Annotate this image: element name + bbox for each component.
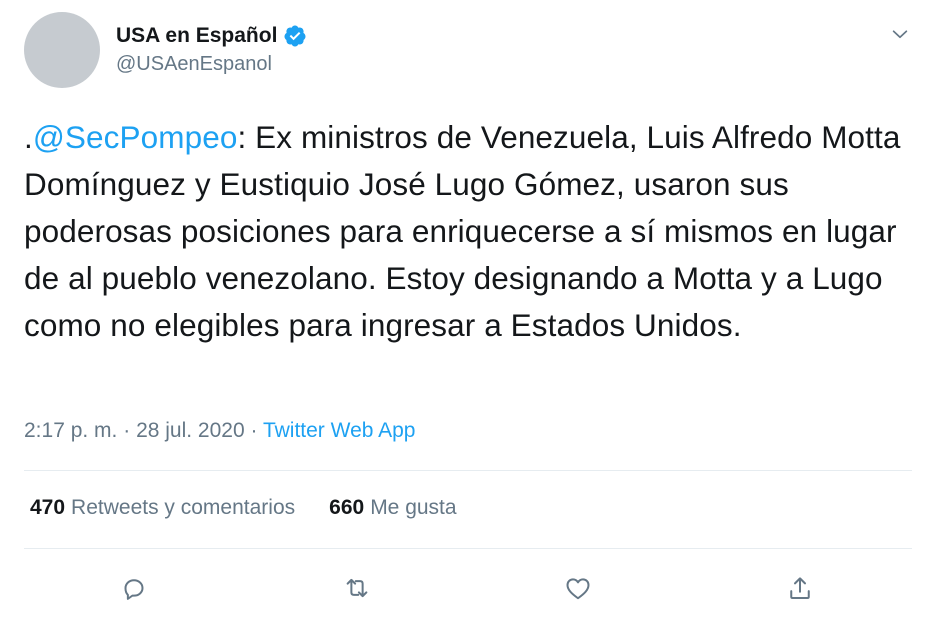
likes-stat[interactable]: 660 Me gusta: [329, 496, 456, 520]
retweets-stat[interactable]: 470 Retweets y comentarios: [30, 496, 295, 520]
avatar[interactable]: [24, 12, 100, 88]
divider: [24, 470, 912, 471]
verified-badge-icon: [283, 24, 307, 48]
divider: [24, 548, 912, 549]
author-name-row: USA en Español: [116, 22, 307, 50]
tweet-meta: 2:17 p. m. · 28 jul. 2020 · Twitter Web …: [24, 419, 415, 443]
share-icon: [790, 577, 810, 599]
author-display-name[interactable]: USA en Español: [116, 24, 277, 48]
tweet-prefix: .: [24, 119, 33, 155]
retweet-button[interactable]: [339, 570, 375, 606]
likes-label: Me gusta: [370, 496, 457, 519]
like-button[interactable]: [560, 570, 596, 606]
tweet-card: USA en Español @USAenEspanol .@SecPompeo…: [0, 0, 934, 630]
share-button[interactable]: [782, 570, 818, 606]
meta-separator: ·: [244, 419, 263, 442]
author-handle[interactable]: @USAenEspanol: [116, 53, 272, 76]
chevron-down-icon[interactable]: [888, 22, 912, 46]
tweet-source-link[interactable]: Twitter Web App: [263, 419, 416, 442]
tweet-actions: [0, 570, 934, 606]
mention-link[interactable]: @SecPompeo: [33, 119, 238, 155]
meta-separator: ·: [117, 419, 137, 442]
retweet-icon: [346, 578, 368, 598]
reply-button[interactable]: [116, 570, 152, 606]
retweets-label: Retweets y comentarios: [71, 496, 296, 519]
tweet-date[interactable]: 28 jul. 2020: [136, 419, 245, 442]
retweets-count: 470: [30, 496, 66, 519]
heart-icon: [566, 578, 590, 600]
tweet-text: .@SecPompeo: Ex ministros de Venezuela, …: [24, 114, 914, 349]
tweet-time[interactable]: 2:17 p. m.: [24, 419, 117, 442]
likes-count: 660: [329, 496, 365, 519]
tweet-stats: 470 Retweets y comentarios 660 Me gusta: [30, 496, 457, 520]
reply-icon: [124, 579, 144, 600]
